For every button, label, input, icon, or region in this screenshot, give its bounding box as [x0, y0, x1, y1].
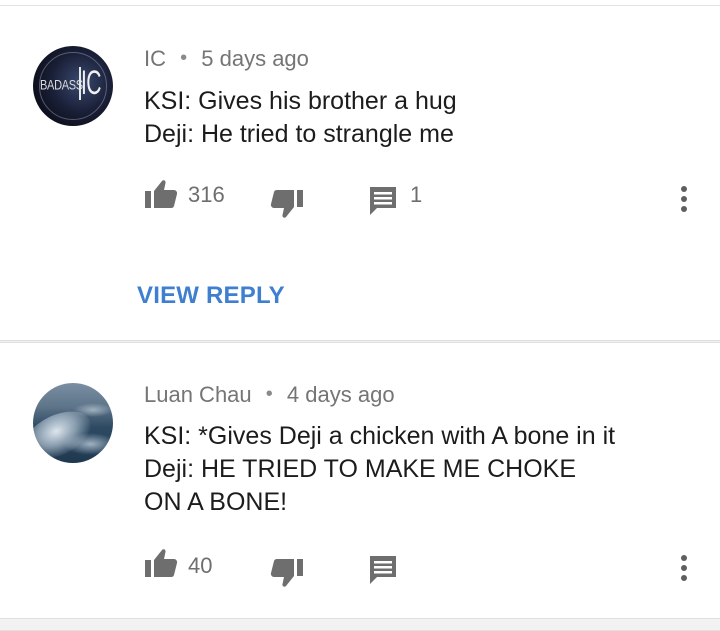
comment-icon: [370, 187, 396, 215]
reply-button[interactable]: [369, 186, 397, 226]
comment-line: Deji: He tried to strangle me: [144, 120, 454, 148]
avatar-logo-text: BADASS: [40, 78, 83, 93]
comment-meta: Luan Chau • 4 days ago: [144, 382, 395, 408]
comment-author[interactable]: IC: [144, 46, 166, 71]
comment-text: KSI: Gives his brother a hug Deji: He tr…: [144, 85, 684, 151]
thumb-down-icon: [270, 190, 303, 218]
comment-item: BADASS IC IC • 5 days ago KSI: Gives his…: [0, 6, 720, 340]
avatar-photo-wave: [63, 433, 113, 455]
thumb-up-icon: [145, 180, 178, 208]
avatar[interactable]: BADASS IC: [33, 46, 113, 126]
comment-time: 5 days ago: [201, 46, 309, 71]
view-reply-link[interactable]: VIEW REPLY: [137, 282, 285, 310]
more-options-button[interactable]: [674, 553, 694, 583]
comment-time: 4 days ago: [286, 382, 395, 407]
reply-button[interactable]: [369, 555, 397, 595]
more-vert-icon: [681, 555, 687, 581]
reply-count: 1: [410, 182, 423, 207]
like-count: 316: [188, 182, 225, 207]
comment-icon: [370, 556, 396, 584]
comment-line: ON A BONE!: [144, 488, 288, 516]
like-button[interactable]: [144, 547, 178, 587]
comment-actions: 316 1: [0, 176, 720, 218]
dislike-button[interactable]: [270, 557, 304, 597]
comment-actions: 40: [0, 545, 720, 587]
avatar[interactable]: [33, 383, 113, 463]
comment-line: KSI: Gives his brother a hug: [144, 87, 457, 115]
avatar-photo-wave: [73, 403, 113, 417]
thumb-down-icon: [270, 559, 303, 587]
comment-text: KSI: *Gives Deji a chicken with A bone i…: [144, 420, 684, 519]
comment-item: Luan Chau • 4 days ago KSI: *Gives Deji …: [0, 343, 720, 618]
comment-meta: IC • 5 days ago: [144, 46, 309, 72]
more-vert-icon: [681, 186, 687, 212]
like-count: 40: [188, 553, 213, 578]
bottom-divider: [0, 618, 720, 631]
comment-line: KSI: *Gives Deji a chicken with A bone i…: [144, 422, 616, 450]
thumb-up-icon: [145, 549, 178, 577]
dislike-button[interactable]: [270, 188, 304, 228]
meta-separator: •: [265, 383, 273, 405]
avatar-logo-letters: IC: [81, 64, 101, 102]
like-button[interactable]: [144, 178, 178, 218]
comment-line: Deji: HE TRIED TO MAKE ME CHOKE: [144, 455, 577, 483]
more-options-button[interactable]: [674, 184, 694, 214]
comment-author[interactable]: Luan Chau: [144, 382, 252, 407]
meta-separator: •: [180, 47, 188, 69]
